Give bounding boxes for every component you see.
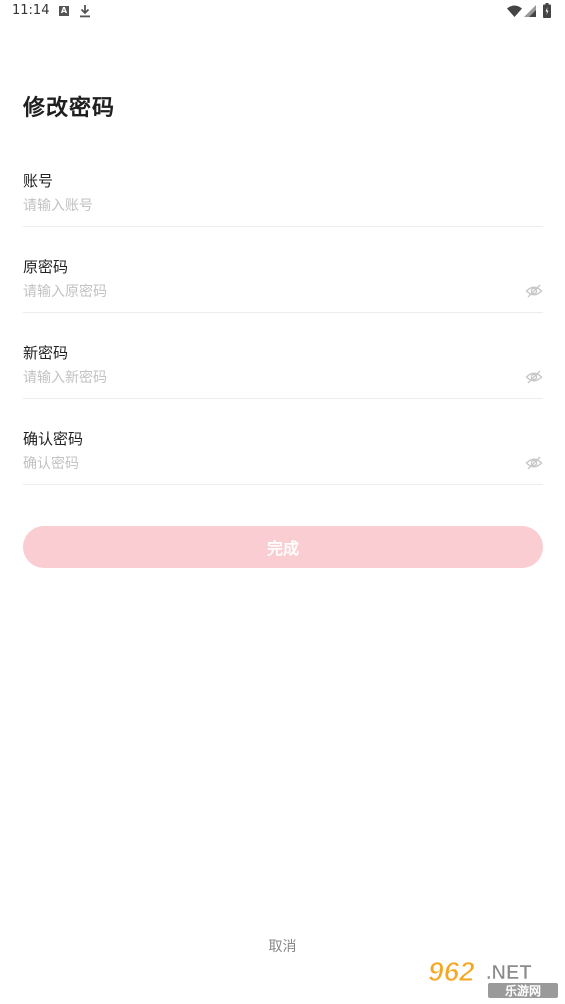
status-bar: 11:14 A (0, 0, 565, 24)
cancel-button[interactable]: 取消 (269, 939, 297, 955)
account-divider (23, 226, 543, 227)
download-icon (80, 5, 90, 18)
new-password-divider (23, 398, 543, 399)
watermark-logo: 962 .NET 乐游网 (428, 956, 558, 998)
status-time: 11:14 (12, 3, 50, 18)
cancel-container: 取消 (0, 936, 565, 956)
account-label: 账号 (23, 172, 54, 190)
watermark-sub: 乐游网 (505, 983, 541, 998)
old-password-field: 原密码 (23, 256, 543, 328)
submit-button[interactable]: 完成 (23, 526, 543, 568)
confirm-password-input[interactable] (23, 452, 513, 476)
new-password-label: 新密码 (23, 344, 69, 362)
a-icon: A (59, 6, 69, 16)
confirm-password-label: 确认密码 (23, 430, 84, 448)
signal-icon (524, 5, 536, 17)
old-password-divider (23, 312, 543, 313)
account-input[interactable] (23, 194, 513, 218)
watermark-suffix: .NET (486, 962, 532, 984)
eye-off-icon[interactable] (525, 368, 543, 386)
account-field: 账号 (23, 170, 543, 242)
page-title: 修改密码 (23, 96, 116, 121)
new-password-input[interactable] (23, 366, 513, 390)
old-password-input[interactable] (23, 280, 513, 304)
battery-icon (543, 3, 551, 18)
eye-off-icon[interactable] (525, 282, 543, 300)
wifi-icon (507, 5, 522, 17)
confirm-password-divider (23, 484, 543, 485)
confirm-password-field: 确认密码 (23, 428, 543, 500)
new-password-field: 新密码 (23, 342, 543, 414)
old-password-label: 原密码 (23, 258, 69, 276)
eye-off-icon[interactable] (525, 454, 543, 472)
watermark-main: 962 (428, 956, 475, 987)
